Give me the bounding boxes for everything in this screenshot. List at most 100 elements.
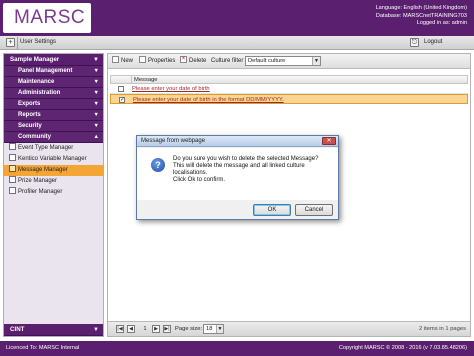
prev-page-button[interactable]: ◀ <box>127 325 135 333</box>
menu-group-community[interactable]: Community ▲ <box>4 132 103 143</box>
logout-button[interactable]: Logout <box>424 39 442 45</box>
culture-filter-select[interactable]: Default culture ▼ <box>245 56 321 66</box>
left-menu: Sample Manager ▼ Panel Management ▼ Main… <box>3 53 104 337</box>
properties-button[interactable]: Properties <box>139 56 176 65</box>
dialog-title: Message from webpage <box>141 138 206 144</box>
menu-group-administration[interactable]: Administration ▼ <box>4 88 103 99</box>
table-row[interactable]: Please enter your date of birth <box>110 84 468 94</box>
properties-label: Properties <box>148 58 176 64</box>
cint-label: CINT <box>10 326 25 333</box>
chevron-down-icon: ▼ <box>93 101 99 107</box>
user-settings-button[interactable]: User Settings <box>20 39 56 45</box>
menu-item-message-manager[interactable]: Message Manager <box>4 165 103 176</box>
app-header: MARSC Language: English (United Kingdom)… <box>0 0 474 36</box>
logo-text: MARSC <box>14 7 86 28</box>
chevron-down-icon: ▼ <box>216 325 223 333</box>
confirm-dialog: Message from webpage ✕ ? Do you sure you… <box>136 135 339 220</box>
toolbar-divider <box>17 37 18 49</box>
menu-group-label: Administration <box>18 90 61 96</box>
chevron-down-icon: ▼ <box>93 327 99 333</box>
menu-item-label: Message Manager <box>18 167 68 173</box>
properties-icon <box>139 56 146 64</box>
close-icon[interactable]: ✕ <box>322 137 336 145</box>
last-page-button[interactable]: ▶| <box>163 325 171 333</box>
dialog-message-line2: This will delete the message and all lin… <box>173 163 305 176</box>
dialog-title-bar: Message from webpage ✕ <box>137 136 338 147</box>
menu-group-label: Security <box>18 123 42 129</box>
menu-item-event-type-manager[interactable]: Event Type Manager <box>4 143 103 154</box>
menu-group-security[interactable]: Security ▼ <box>4 121 103 132</box>
row-checkbox-checked[interactable]: ✓ <box>119 97 125 103</box>
chevron-down-icon: ▼ <box>93 79 99 85</box>
menu-group-label: Panel Management <box>18 68 73 74</box>
logout-icon[interactable]: ⎋ <box>410 38 419 47</box>
delete-button[interactable]: × Delete <box>180 56 207 65</box>
menu-item-kentico-variable-manager[interactable]: Kentico Variable Manager <box>4 154 103 165</box>
grid-header: Message <box>110 75 468 84</box>
menu-group-label: Maintenance <box>18 79 55 85</box>
items-count: 2 items in 1 pages <box>418 326 466 332</box>
sample-manager-header[interactable]: Sample Manager ▼ <box>4 54 103 66</box>
menu-item-profiler-manager[interactable]: Profiler Manager <box>4 187 103 198</box>
dialog-message-line1: Do you sure you wish to delete the selec… <box>173 156 319 162</box>
menu-group-label: Exports <box>18 101 41 107</box>
content-toolbar: New Properties × Delete Culture filter De… <box>108 54 470 69</box>
event-type-icon <box>9 143 16 151</box>
chevron-down-icon: ▼ <box>93 123 99 129</box>
culture-filter-label: Culture filter <box>211 58 244 64</box>
licence-text: Licenced To: MARSC Internal <box>6 345 80 351</box>
culture-filter-value: Default culture <box>248 58 286 64</box>
delete-icon: × <box>180 56 187 64</box>
top-toolbar: + User Settings ⎋ Logout <box>0 36 474 50</box>
question-icon: ? <box>151 158 165 172</box>
sample-manager-label: Sample Manager <box>10 56 60 63</box>
menu-group-maintenance[interactable]: Maintenance ▼ <box>4 77 103 88</box>
copyright-text: Copyright MARSC © 2008 - 2016 (v 7.03.85… <box>338 345 467 351</box>
new-button[interactable]: New <box>112 56 133 65</box>
menu-group-label: Community <box>18 134 51 140</box>
dialog-message-line3: Click Ok to confirm. <box>173 177 226 183</box>
row-checkbox[interactable] <box>118 86 124 92</box>
table-row-selected[interactable]: ✓ Please enter your date of birth in the… <box>110 94 468 104</box>
page-size-select[interactable]: 18 ▼ <box>203 324 224 334</box>
message-icon <box>9 165 16 173</box>
dialog-body: ? Do you sure you wish to delete the sel… <box>137 148 338 200</box>
menu-group-reports[interactable]: Reports ▼ <box>4 110 103 121</box>
menu-group-panel-management[interactable]: Panel Management ▼ <box>4 66 103 77</box>
logged-in-info: Logged in as: admin <box>416 20 467 27</box>
message-link[interactable]: Please enter your date of birth in the f… <box>133 96 284 104</box>
language-info: Language: English (United Kingdom) <box>375 5 467 11</box>
session-info: Language: English (United Kingdom) Datab… <box>376 5 467 28</box>
chevron-down-icon: ▼ <box>93 57 99 63</box>
kentico-variable-icon <box>9 154 16 162</box>
chevron-up-icon: ▲ <box>93 134 99 140</box>
profiler-icon <box>9 187 16 195</box>
menu-group-label: Reports <box>18 112 41 118</box>
app-footer: Licenced To: MARSC Internal Copyright MA… <box>0 341 474 356</box>
cancel-button[interactable]: Cancel <box>295 204 333 216</box>
menu-group-exports[interactable]: Exports ▼ <box>4 99 103 110</box>
ok-button[interactable]: OK <box>253 204 291 216</box>
next-page-button[interactable]: ▶ <box>152 325 160 333</box>
menu-item-label: Profiler Manager <box>18 189 63 195</box>
page-size-value: 18 <box>206 326 213 332</box>
message-link[interactable]: Please enter your date of birth <box>132 85 210 93</box>
chevron-down-icon: ▼ <box>93 90 99 96</box>
chevron-down-icon: ▼ <box>93 68 99 74</box>
delete-label: Delete <box>189 58 207 64</box>
menu-item-label: Prize Manager <box>18 178 58 184</box>
menu-item-prize-manager[interactable]: Prize Manager <box>4 176 103 187</box>
chevron-down-icon: ▼ <box>312 57 320 65</box>
database-info: Database: MARSCnetTRAINING703 <box>375 12 467 19</box>
current-page-number[interactable]: 1 <box>141 325 149 333</box>
pager: |◀ ◀ 1 ▶ ▶| Page size: 18 ▼ 2 items in 1… <box>108 321 470 336</box>
message-grid: Message Please enter your date of birth … <box>110 75 468 104</box>
first-page-button[interactable]: |◀ <box>116 325 124 333</box>
menu-item-label: Kentico Variable Manager <box>18 156 87 162</box>
marsc-logo: MARSC <box>3 3 91 33</box>
column-header-message[interactable]: Message <box>131 76 158 84</box>
user-settings-icon[interactable]: + <box>6 38 15 47</box>
chevron-down-icon: ▼ <box>93 112 99 118</box>
cint-header[interactable]: CINT ▼ <box>4 324 103 336</box>
page-size-label: Page size: <box>175 326 203 332</box>
